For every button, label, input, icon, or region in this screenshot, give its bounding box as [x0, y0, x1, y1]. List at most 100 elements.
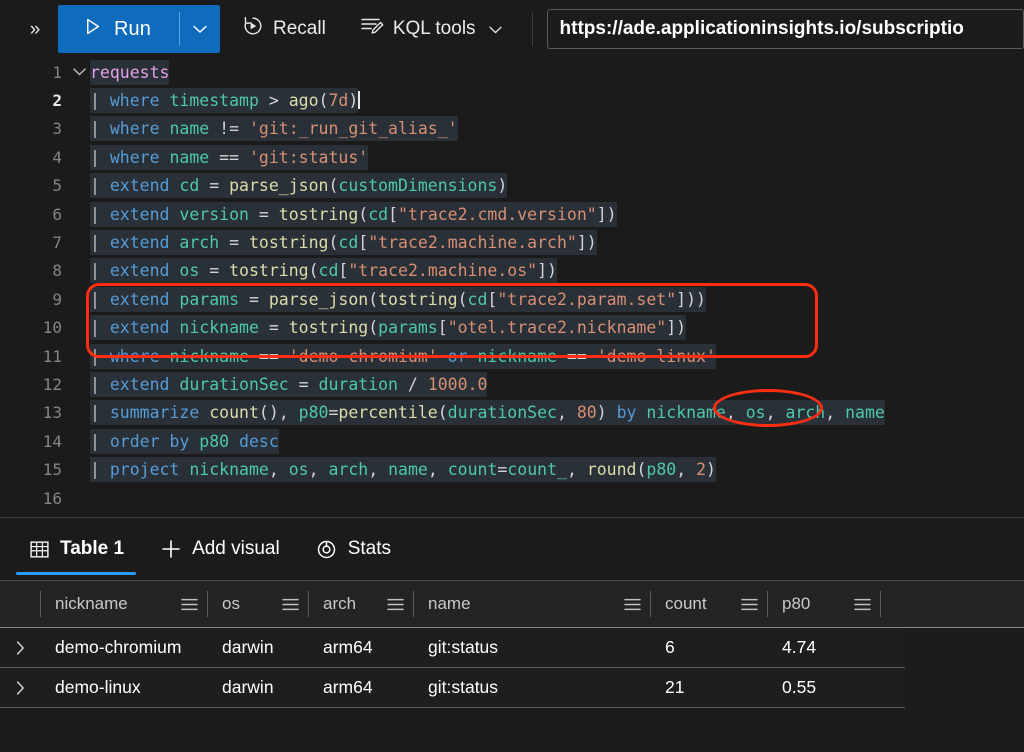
result-tab-label: Table 1	[60, 538, 124, 560]
result-tab-add-visual[interactable]: Add visual	[144, 518, 296, 580]
code-text: | summarize count(), p80=percentile(dura…	[90, 402, 885, 423]
code-text: | extend params = parse_json(tostring(cd…	[90, 289, 706, 310]
run-chevron-down-icon[interactable]	[180, 5, 220, 53]
query-editor[interactable]: 1requests2| where timestamp > ago(7d)3| …	[0, 58, 1024, 517]
code-line[interactable]: 14 | order by p80 desc	[0, 427, 1024, 455]
code-text: | extend os = tostring(cd["trace2.machin…	[90, 260, 557, 281]
table-cell-arch: arm64	[308, 668, 413, 707]
table-cell-name: git:status	[413, 668, 650, 707]
line-number: 9	[0, 290, 68, 309]
code-line[interactable]: 10 | extend nickname = tostring(params["o…	[0, 314, 1024, 342]
play-triangle-icon	[82, 16, 103, 42]
table-row[interactable]: demo-linuxdarwinarm64git:status210.55	[0, 668, 905, 708]
line-number: 4	[0, 148, 68, 167]
code-text: requests	[90, 62, 169, 83]
run-button[interactable]: Run	[58, 5, 220, 53]
column-menu-icon[interactable]	[278, 598, 302, 611]
column-header-name[interactable]: name	[414, 581, 650, 627]
result-tab-label: Stats	[348, 538, 391, 560]
code-line[interactable]: 12 | extend durationSec = duration / 1000…	[0, 370, 1024, 398]
recall-label: Recall	[273, 18, 326, 40]
code-line[interactable]: 15 | project nickname, os, arch, name, co…	[0, 455, 1024, 483]
url-input[interactable]: https://ade.applicationinsights.io/subsc…	[547, 9, 1024, 49]
line-number: 11	[0, 347, 68, 366]
line-number: 14	[0, 432, 68, 451]
column-header-label: name	[428, 594, 620, 614]
code-line[interactable]: 2| where timestamp > ago(7d)	[0, 86, 1024, 114]
grid-corner-cell	[0, 581, 40, 627]
column-header-label: nickname	[55, 594, 177, 614]
run-button-main[interactable]: Run	[58, 5, 179, 53]
line-number: 15	[0, 460, 68, 479]
line-number: 10	[0, 318, 68, 337]
code-line[interactable]: 6| extend version = tostring(cd["trace2.…	[0, 200, 1024, 228]
table-grid-icon	[28, 538, 50, 560]
code-line[interactable]: 11 | where nickname == 'demo-chromium' or…	[0, 342, 1024, 370]
line-number: 8	[0, 261, 68, 280]
table-cell-count: 21	[650, 668, 767, 707]
column-menu-icon[interactable]	[620, 598, 644, 611]
column-header-arch[interactable]: arch	[309, 581, 413, 627]
kql-tools-button[interactable]: KQL tools	[348, 9, 514, 49]
code-line[interactable]: 13 | summarize count(), p80=percentile(du…	[0, 399, 1024, 427]
expand-toolbar-icon[interactable]: »	[22, 16, 48, 42]
code-line[interactable]: 7| extend arch = tostring(cd["trace2.mac…	[0, 228, 1024, 256]
code-text: | project nickname, os, arch, name, coun…	[90, 459, 716, 480]
column-header-count[interactable]: count	[651, 581, 767, 627]
results-grid: nickname osarch name count p80 demo-chromium…	[0, 580, 1024, 752]
toolbar-divider	[532, 12, 533, 46]
column-header-p80[interactable]: p80	[768, 581, 880, 627]
line-number: 5	[0, 176, 68, 195]
result-tab-label: Add visual	[192, 538, 280, 560]
column-header-os[interactable]: os	[208, 581, 308, 627]
code-line[interactable]: 8 | extend os = tostring(cd["trace2.machi…	[0, 257, 1024, 285]
grid-header-row: nickname osarch name count p80	[0, 580, 1024, 628]
table-cell-p80: 4.74	[767, 628, 880, 667]
donut-chart-icon	[316, 538, 338, 560]
table-cell-os: darwin	[207, 668, 308, 707]
column-header-nickname[interactable]: nickname	[41, 581, 207, 627]
kql-tools-chevron-down-icon[interactable]	[489, 22, 502, 37]
column-separator[interactable]	[880, 591, 881, 617]
line-number: 13	[0, 403, 68, 422]
plus-icon	[160, 538, 182, 560]
column-header-label: count	[665, 594, 737, 614]
lines-pencil-icon	[360, 15, 384, 43]
column-menu-icon[interactable]	[737, 598, 761, 611]
code-line[interactable]: 1 requests	[0, 58, 1024, 86]
table-cell-arch: arm64	[308, 628, 413, 667]
fold-chevron-down-icon[interactable]	[68, 65, 90, 80]
column-menu-icon[interactable]	[383, 598, 407, 611]
table-cell-name: git:status	[413, 628, 650, 667]
column-header-label: arch	[323, 594, 383, 614]
code-line[interactable]: 9 | extend params = parse_json(tostring(c…	[0, 285, 1024, 313]
line-number: 12	[0, 375, 68, 394]
text-cursor	[358, 91, 360, 109]
line-number: 3	[0, 119, 68, 138]
recall-button[interactable]: Recall	[230, 9, 338, 49]
column-header-label: p80	[782, 594, 850, 614]
code-text: | where nickname == 'demo-chromium' or n…	[90, 346, 716, 367]
code-line[interactable]: 16	[0, 484, 1024, 512]
top-toolbar: » Run Recall	[0, 0, 1024, 58]
result-tab-table-1[interactable]: Table 1	[12, 518, 140, 580]
column-menu-icon[interactable]	[850, 598, 874, 611]
code-text: | extend nickname = tostring(params["ote…	[90, 317, 686, 338]
code-line[interactable]: 3| where name != 'git:_run_git_alias_'	[0, 115, 1024, 143]
result-tab-stats[interactable]: Stats	[300, 518, 407, 580]
table-row[interactable]: demo-chromiumdarwinarm64git:status64.74	[0, 628, 905, 668]
table-cell-count: 6	[650, 628, 767, 667]
code-line[interactable]: 4| where name == 'git:status'	[0, 143, 1024, 171]
code-lines: 1requests2| where timestamp > ago(7d)3| …	[0, 58, 1024, 512]
code-text: | extend durationSec = duration / 1000.0	[90, 374, 487, 395]
line-number: 16	[0, 489, 68, 508]
row-expander-chevron-right-icon[interactable]	[0, 641, 40, 655]
code-text: | order by p80 desc	[90, 431, 279, 452]
table-cell-nickname: demo-chromium	[40, 628, 207, 667]
code-line[interactable]: 5| extend cd = parse_json(customDimensio…	[0, 172, 1024, 200]
code-text: | extend version = tostring(cd["trace2.c…	[90, 204, 617, 225]
row-expander-chevron-right-icon[interactable]	[0, 681, 40, 695]
line-number: 1	[0, 63, 68, 82]
kusto-query-app: » Run Recall	[0, 0, 1024, 752]
column-menu-icon[interactable]	[177, 598, 201, 611]
